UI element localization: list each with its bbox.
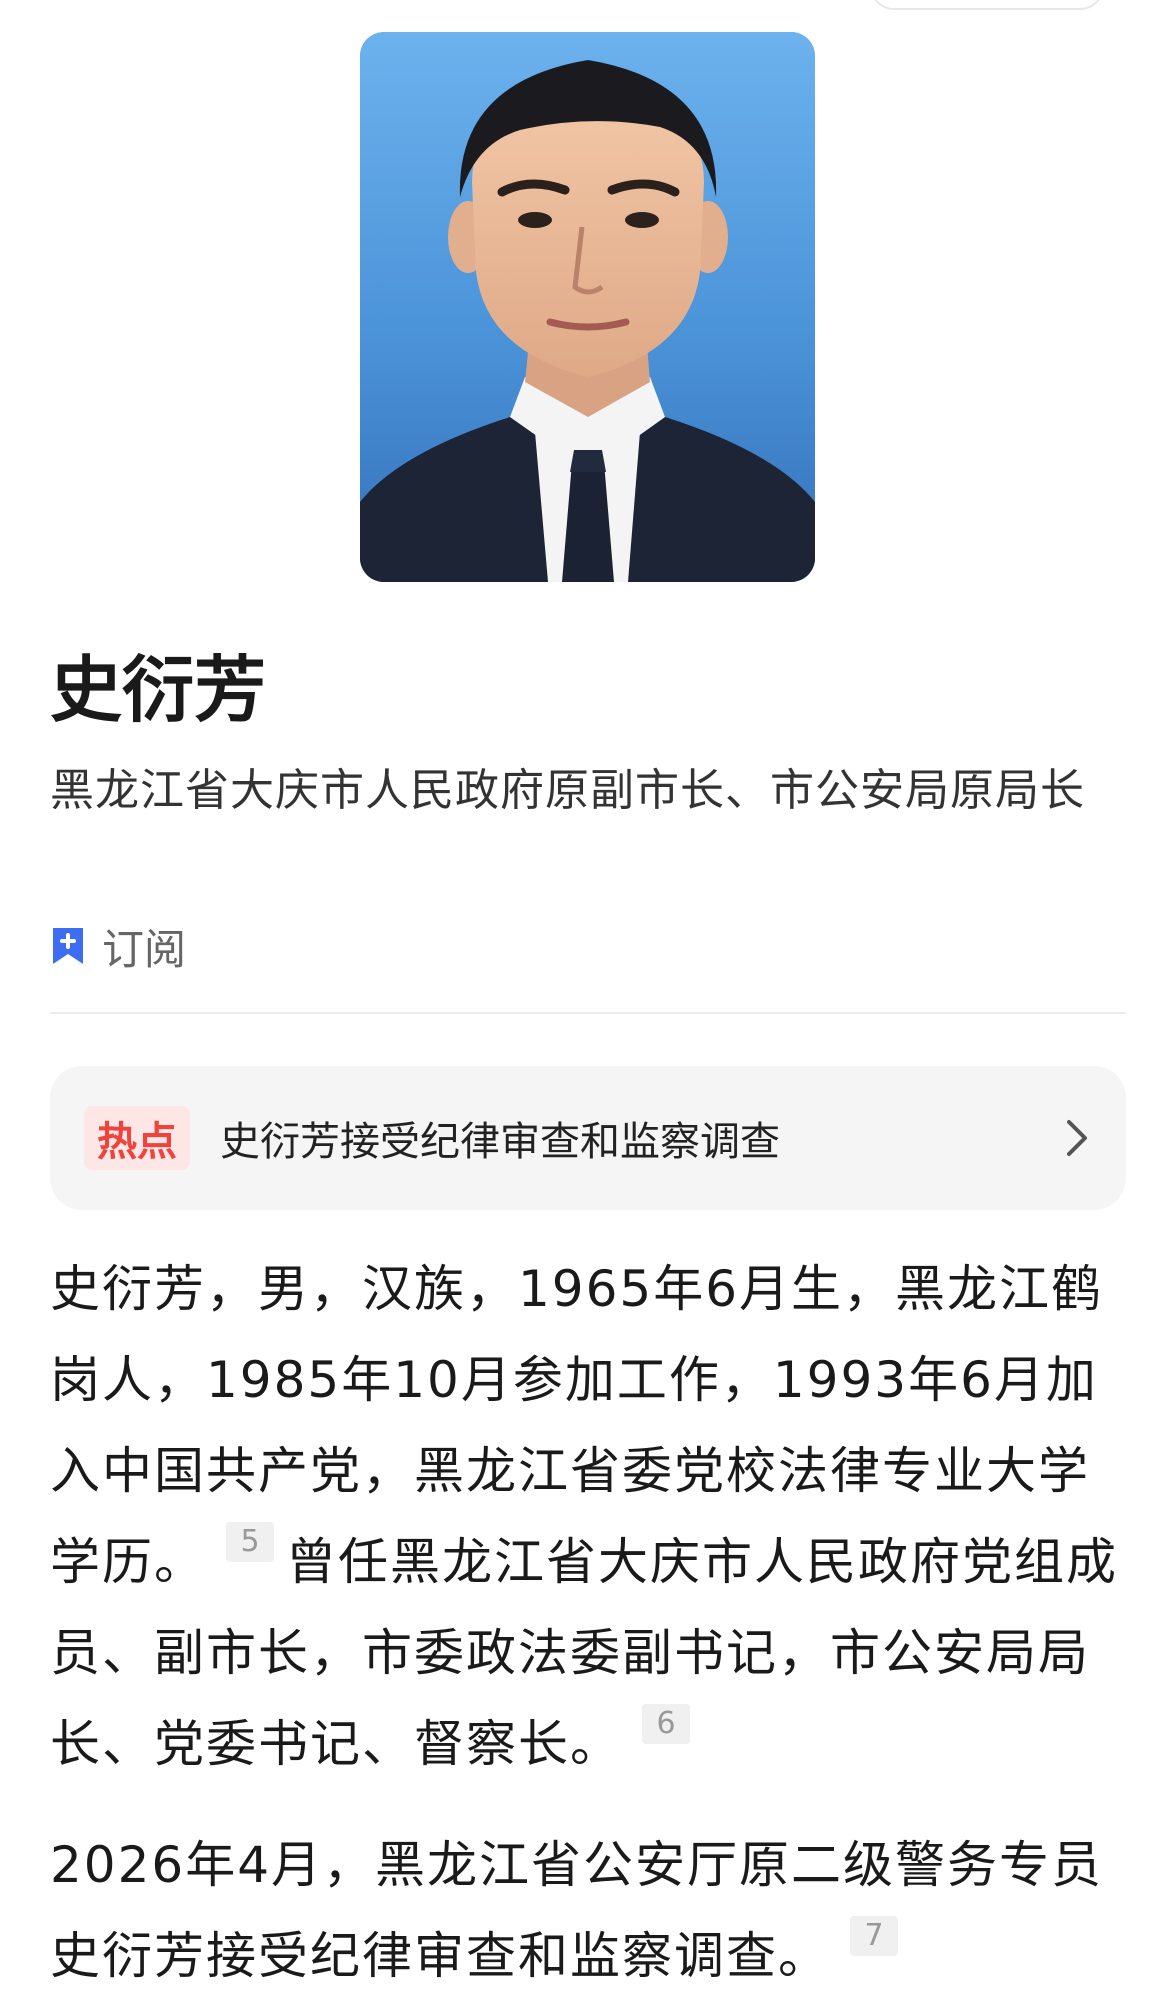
person-name: 史衍芳	[50, 648, 267, 732]
news-paragraph: 2026年4月，黑龙江省公安厅原二级警务专员史衍芳接受纪律审查和监察调查。 7	[50, 1820, 1126, 2002]
hot-news-title: 史衍芳接受纪律审查和监察调查	[220, 1119, 780, 1165]
subscribe-label: 订阅	[102, 924, 187, 974]
subscribe-button[interactable]: 订阅	[50, 918, 186, 974]
hot-badge: 热点	[84, 1106, 190, 1170]
profile-photo	[360, 32, 815, 582]
citation-7[interactable]: 7	[850, 1916, 898, 1956]
chevron-right-icon	[1067, 1120, 1087, 1156]
hot-news-card[interactable]: 热点 史衍芳接受纪律审查和监察调查	[50, 1066, 1126, 1210]
person-title: 黑龙江省大庆市人民政府原副市长、市公安局原局长	[50, 765, 1085, 816]
bio-text-part2: 曾任黑龙江省大庆市人民政府党组成员、副市长，市委政法委副书记，市公安局局长、党委…	[50, 1533, 1118, 1773]
citation-5[interactable]: 5	[226, 1522, 274, 1562]
divider	[50, 1012, 1126, 1014]
portrait-illustration	[360, 32, 815, 582]
citation-6[interactable]: 6	[642, 1704, 690, 1744]
news-text: 2026年4月，黑龙江省公安厅原二级警务专员史衍芳接受纪律审查和监察调查。	[50, 1836, 1104, 1985]
bio-paragraph: 史衍芳，男，汉族，1965年6月生，黑龙江鹤岗人，1985年10月参加工作，19…	[50, 1244, 1126, 1790]
top-pill-button[interactable]	[870, 0, 1104, 10]
bookmark-plus-icon	[53, 928, 83, 964]
